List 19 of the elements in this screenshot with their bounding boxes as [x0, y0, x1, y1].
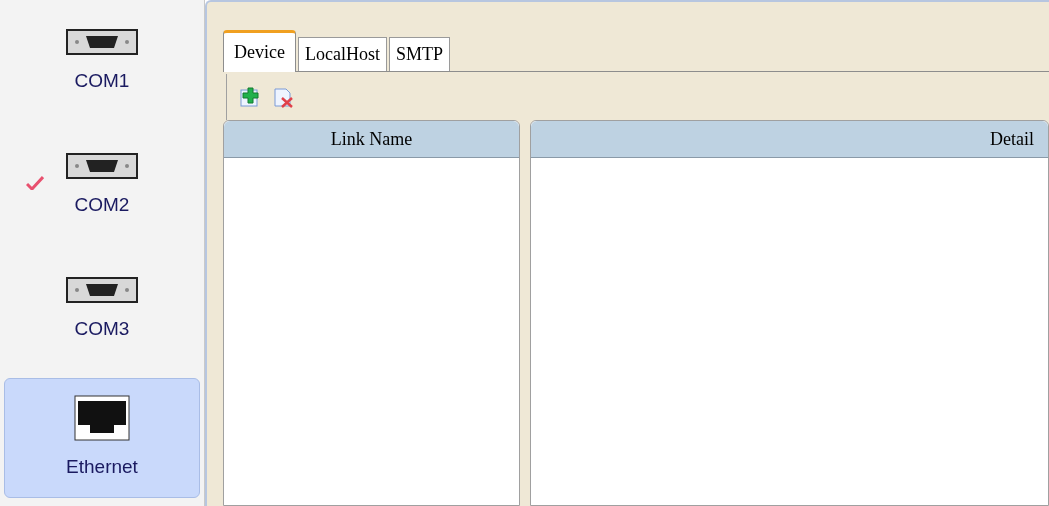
sidebar-item[interactable]: COM2	[0, 124, 204, 248]
port-label: COM1	[74, 68, 130, 93]
serial-port-icon	[66, 28, 138, 55]
serial-port-icon	[66, 152, 138, 179]
serial-port-icon	[66, 276, 138, 303]
sidebar-item[interactable]: Ethernet	[4, 378, 200, 498]
port-label: COM3	[74, 316, 130, 341]
tab[interactable]: LocalHost	[297, 37, 387, 71]
tab[interactable]: Device	[223, 30, 296, 72]
network-port-icon	[74, 394, 130, 441]
sidebar-item[interactable]: COM3	[0, 248, 204, 372]
column-header[interactable]: Link Name	[224, 121, 519, 158]
port-label: Ethernet	[66, 454, 138, 479]
tab[interactable]: SMTP	[388, 37, 450, 71]
column-header[interactable]: Detail	[531, 121, 1048, 158]
sidebar-item[interactable]: COM1	[0, 0, 204, 124]
add-icon[interactable]	[239, 86, 261, 108]
delete-icon[interactable]	[273, 86, 295, 108]
port-label: COM2	[74, 192, 130, 217]
